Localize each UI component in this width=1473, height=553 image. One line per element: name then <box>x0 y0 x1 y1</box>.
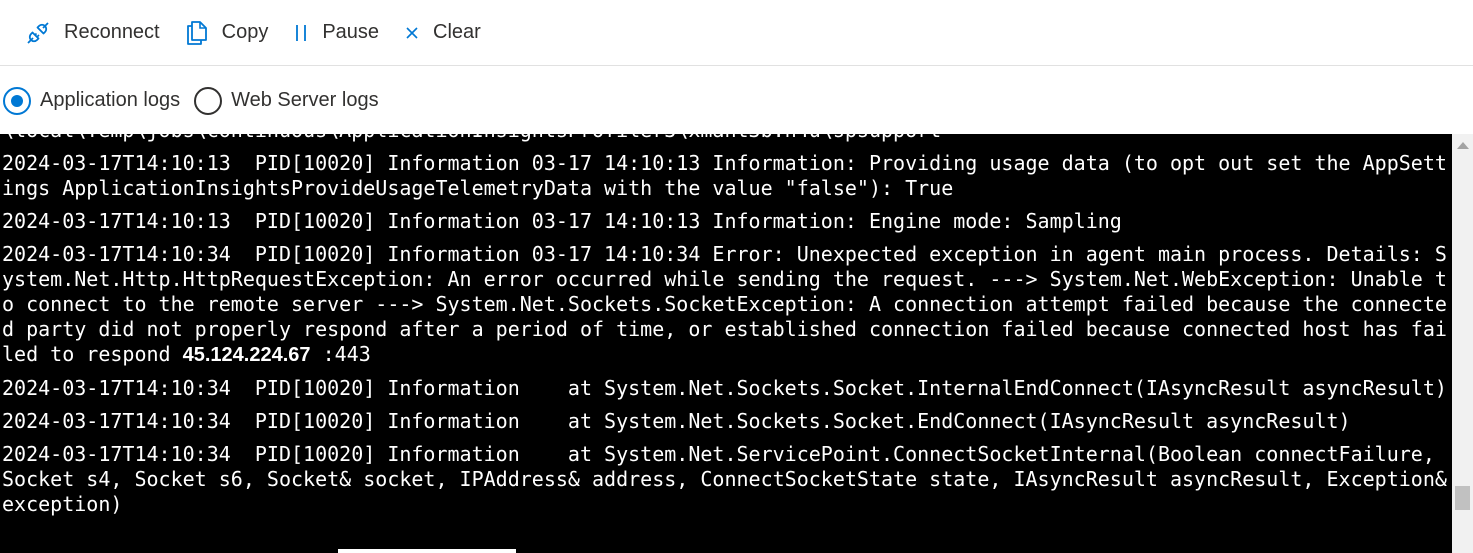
toolbar: Reconnect Copy Pause Clear <box>0 0 1473 66</box>
radio-selected-icon <box>3 86 31 115</box>
log-line: 2024-03-17T14:10:34 PID[10020] Informati… <box>2 409 1351 433</box>
pause-label: Pause <box>322 21 380 43</box>
log-stream-content: \local\Temp\jobs\continuous\ApplicationI… <box>2 134 1448 525</box>
scroll-up-icon[interactable] <box>1457 142 1469 149</box>
clear-button[interactable]: Clear <box>405 15 481 51</box>
log-line: 2024-03-17T14:10:34 PID[10020] Informati… <box>2 242 1448 368</box>
log-stream-console[interactable]: \local\Temp\jobs\continuous\ApplicationI… <box>0 134 1452 553</box>
log-line: 2024-03-17T14:10:34 PID[10020] Informati… <box>2 442 1447 516</box>
bottom-tab-edge <box>338 549 516 553</box>
log-line: 2024-03-17T14:10:34 PID[10020] Informati… <box>2 376 1447 400</box>
pause-button[interactable]: Pause <box>294 15 379 51</box>
reconnect-button[interactable]: Reconnect <box>26 15 160 51</box>
plug-icon <box>27 21 49 44</box>
application-logs-radio[interactable]: Application logs <box>3 86 181 115</box>
log-type-selector: Application logs Web Server logs <box>0 67 1473 134</box>
web-server-logs-radio[interactable]: Web Server logs <box>194 86 379 115</box>
radio-unselected-icon <box>194 86 223 115</box>
port-text: :443 <box>310 342 371 366</box>
ip-address: 45.124.224.67 <box>182 344 311 366</box>
log-line: 2024-03-17T14:10:13 PID[10020] Informati… <box>2 209 1122 233</box>
log-line: 2024-03-17T14:10:13 PID[10020] Informati… <box>2 151 1447 200</box>
close-icon <box>406 26 418 39</box>
copy-button[interactable]: Copy <box>186 15 269 51</box>
copy-label: Copy <box>221 21 269 43</box>
log-line-partial: \local\Temp\jobs\continuous\ApplicationI… <box>2 134 1448 143</box>
copy-icon <box>186 20 207 45</box>
scroll-thumb[interactable] <box>1455 486 1470 510</box>
web-server-logs-label: Web Server logs <box>231 89 379 111</box>
reconnect-label: Reconnect <box>64 21 160 43</box>
clear-label: Clear <box>433 21 481 43</box>
application-logs-label: Application logs <box>40 89 181 111</box>
vertical-scrollbar[interactable] <box>1452 134 1473 553</box>
pause-icon <box>296 24 307 41</box>
